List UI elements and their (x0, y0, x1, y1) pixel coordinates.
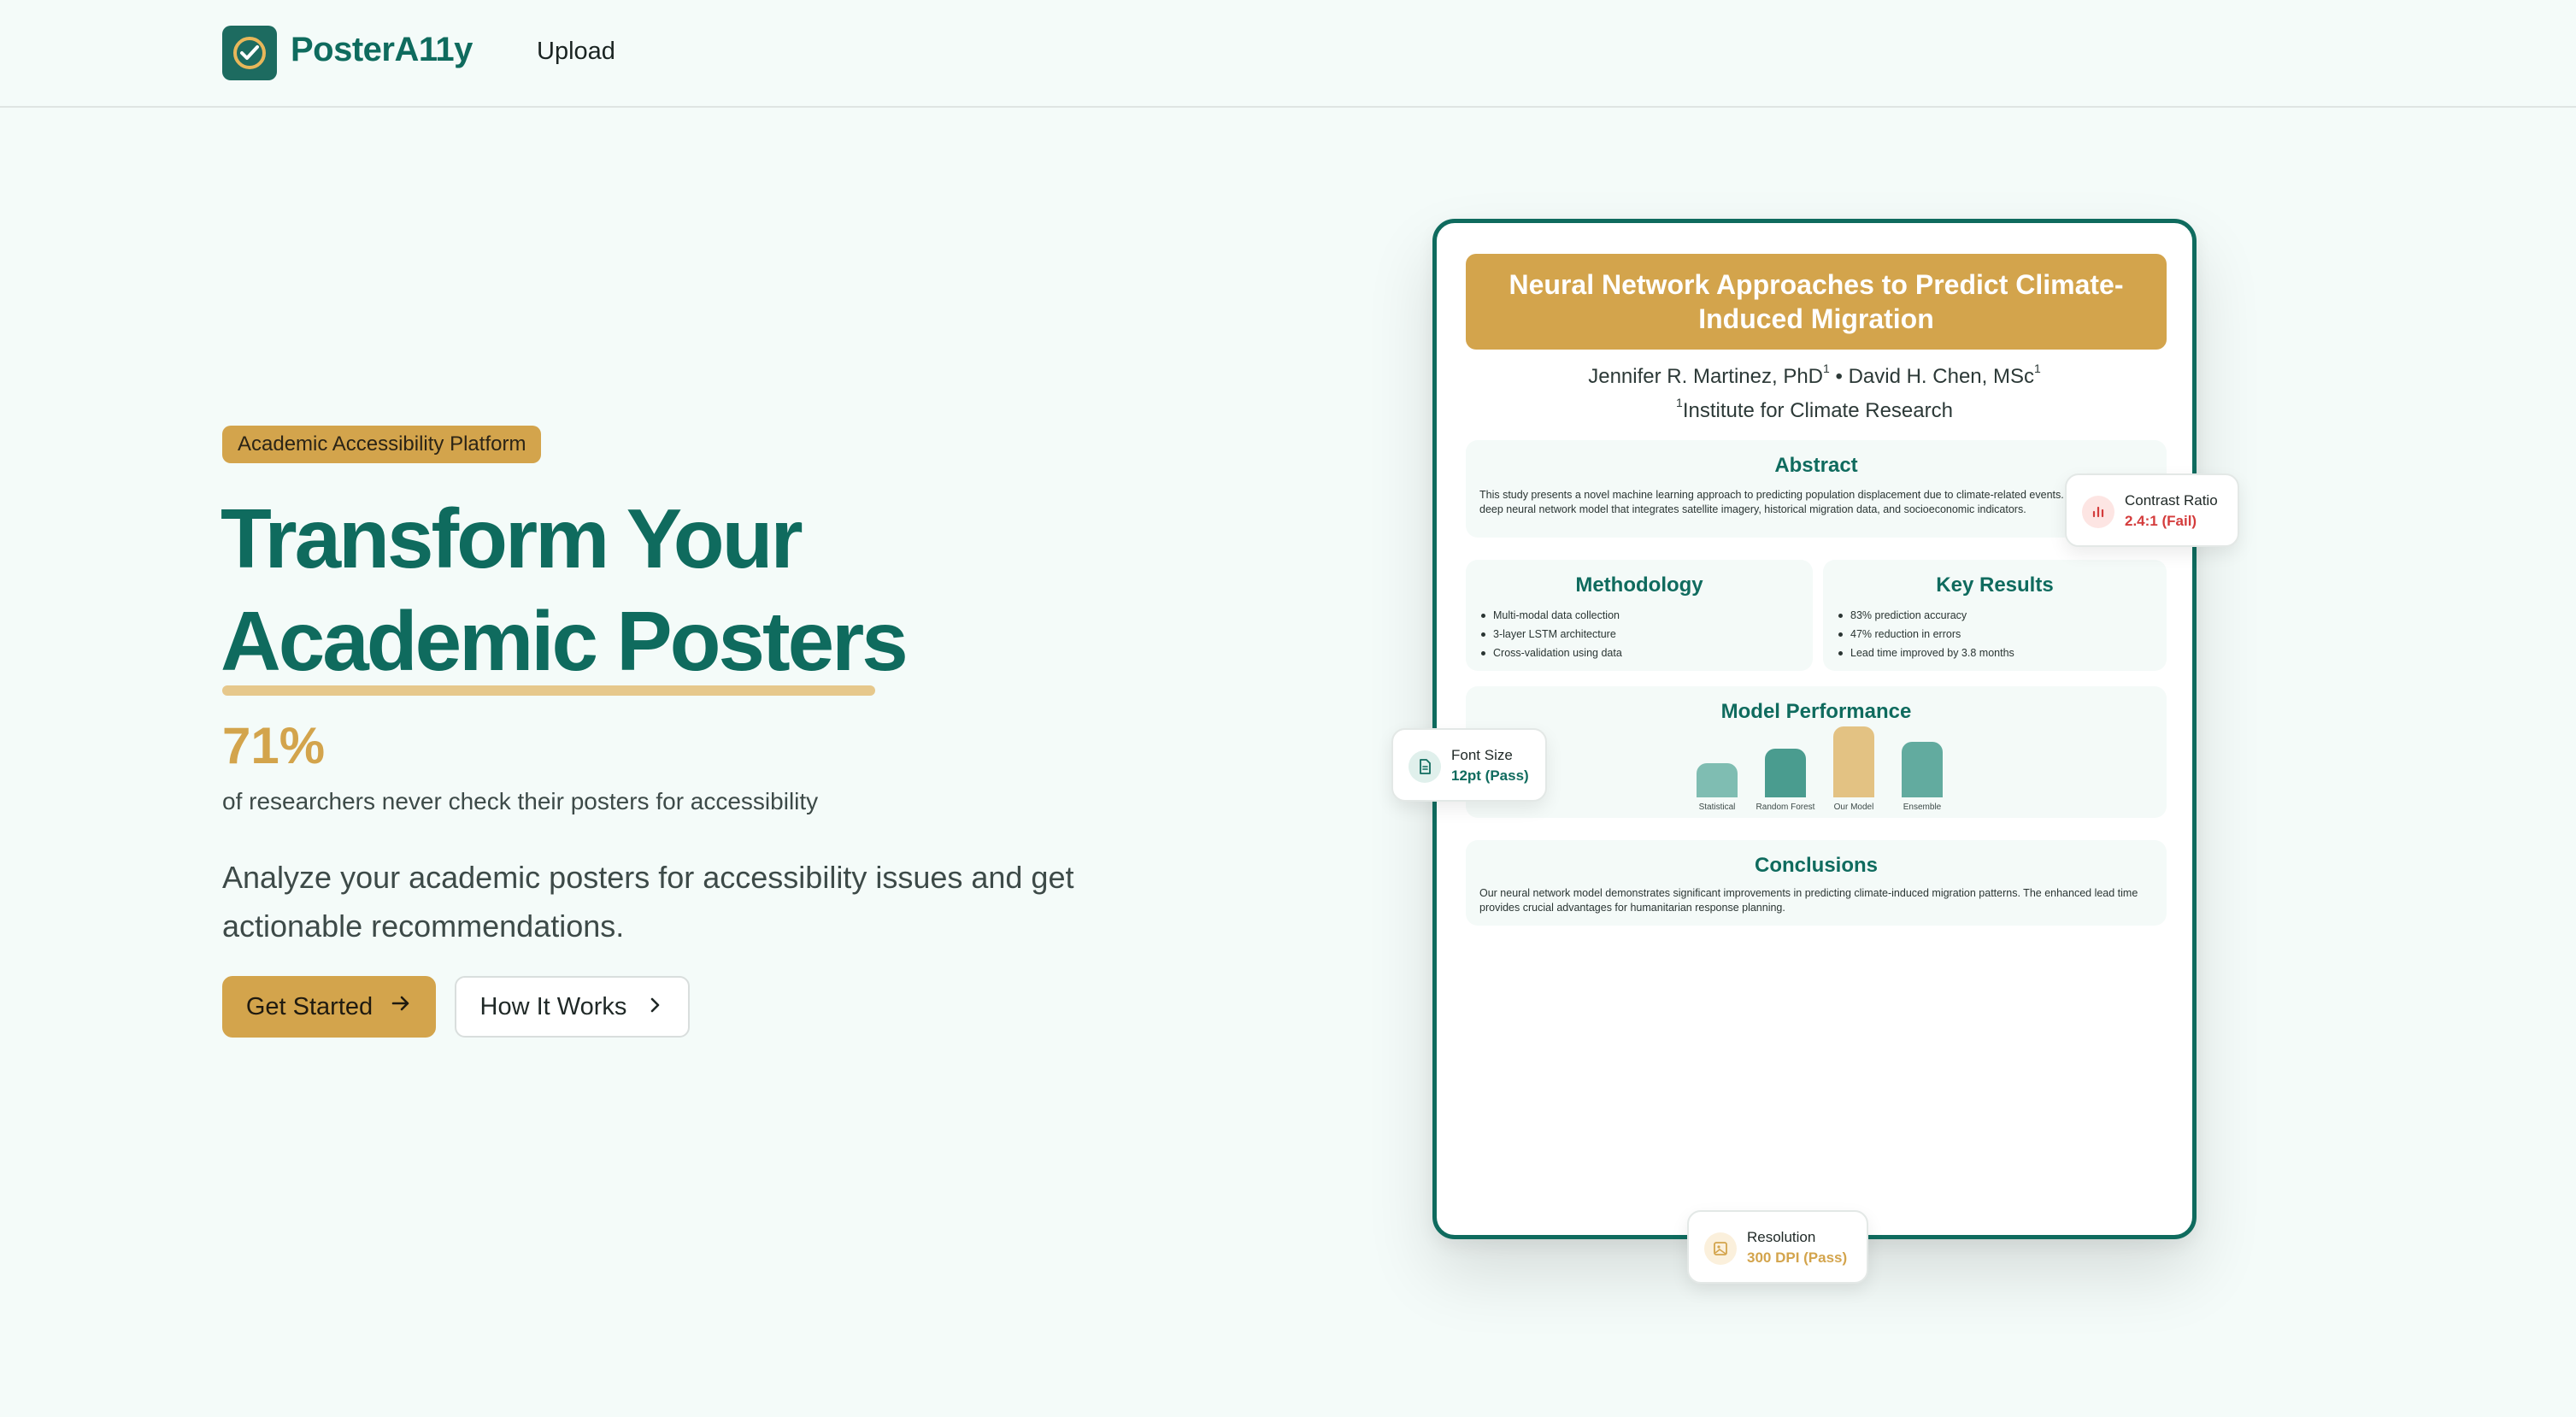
chart-bar (1833, 726, 1874, 797)
conclusions-panel: Conclusions Our neural network model dem… (1466, 840, 2167, 926)
title-underline (222, 685, 875, 696)
results-list: 83% prediction accuracy 47% reduction in… (1837, 606, 2014, 662)
institution-sup: 1 (1676, 396, 1683, 409)
poster-institution: 1Institute for Climate Research (1437, 396, 2192, 423)
hero-lead: Analyze your academic posters for access… (222, 860, 1074, 944)
logo-icon[interactable] (222, 26, 277, 80)
methodology-list: Multi-modal data collection 3-layer LSTM… (1479, 606, 1622, 662)
institution-name: Institute for Climate Research (1682, 399, 1953, 422)
chart-bar (1697, 762, 1738, 797)
bar-chart-icon (2082, 496, 2114, 528)
platform-badge: Academic Accessibility Platform (222, 426, 542, 463)
contrast-check-value: 2.4:1 (Fail) (2125, 513, 2197, 529)
arrow-right-icon (390, 992, 412, 1021)
resolution-check-value: 300 DPI (Pass) (1747, 1249, 1848, 1266)
font-size-check-value: 12pt (Pass) (1451, 767, 1529, 784)
results-panel: Key Results 83% prediction accuracy 47% … (1823, 560, 2167, 671)
hero-title: Transform Your Academic Posters (221, 487, 909, 692)
methodology-heading: Methodology (1575, 573, 1703, 597)
conclusions-body: Our neural network model demonstrates si… (1479, 887, 2138, 914)
resolution-check-card[interactable]: Resolution 300 DPI (Pass) (1687, 1210, 1868, 1284)
methodology-item: 3-layer LSTM architecture (1479, 625, 1622, 644)
abstract-heading: Abstract (1774, 454, 1858, 477)
stat-text: of researchers never check their posters… (222, 788, 819, 814)
results-item: 47% reduction in errors (1837, 625, 2014, 644)
conclusions-heading: Conclusions (1754, 854, 1878, 877)
poster-preview: Neural Network Approaches to Predict Cli… (1432, 219, 2197, 1239)
author-separator: • (1835, 365, 1843, 388)
performance-panel: Model Performance Statistical Random Fore… (1466, 686, 2167, 818)
abstract-panel: Abstract This study presents a novel mac… (1466, 440, 2167, 538)
get-started-button[interactable]: Get Started (222, 976, 436, 1038)
get-started-label: Get Started (245, 992, 373, 1020)
image-icon (1704, 1232, 1737, 1265)
how-it-works-button[interactable]: How It Works (455, 976, 690, 1038)
chart-bar (1902, 742, 1943, 797)
nav-upload-link[interactable]: Upload (537, 38, 615, 66)
results-heading: Key Results (1936, 573, 2054, 597)
methodology-item: Multi-modal data collection (1479, 606, 1622, 625)
font-size-check-card[interactable]: Font Size 12pt (Pass) (1391, 728, 1547, 802)
poster-authors: Jennifer R. Martinez, PhD1 • David H. Ch… (1437, 362, 2192, 389)
author-2: David H. Chen, MSc (1848, 365, 2034, 388)
chevron-right-icon (645, 993, 664, 1021)
methodology-item: Cross-validation using data (1479, 644, 1622, 662)
poster-title: Neural Network Approaches to Predict Cli… (1466, 254, 2167, 350)
author-2-sup: 1 (2033, 362, 2041, 375)
font-size-check-title: Font Size (1451, 747, 1513, 763)
results-item: Lead time improved by 3.8 months (1837, 644, 2014, 662)
methodology-panel: Methodology Multi-modal data collection … (1466, 560, 1813, 671)
hero-title-line1: Transform Your (221, 491, 803, 585)
chart-bar (1765, 749, 1806, 797)
resolution-check-title: Resolution (1747, 1229, 1816, 1245)
results-item: 83% prediction accuracy (1837, 606, 2014, 625)
hero-title-line2: Academic Posters (221, 594, 909, 688)
author-1: Jennifer R. Martinez, PhD (1588, 365, 1824, 388)
stat-value: 71% (222, 717, 326, 774)
how-it-works-label: How It Works (479, 992, 627, 1020)
brand-name[interactable]: PosterA11y (291, 31, 473, 69)
author-1-sup: 1 (1823, 362, 1830, 375)
document-icon (1409, 750, 1441, 783)
chart-bar-label: Ensemble (1903, 803, 1942, 812)
top-nav: PosterA11y Upload (0, 0, 2576, 108)
performance-bar-chart: Statistical Random Forest Our Model Ensembl… (1679, 712, 1961, 814)
abstract-body: This study presents a novel machine lear… (1479, 489, 2144, 515)
contrast-check-title: Contrast Ratio (2125, 492, 2218, 509)
contrast-check-card[interactable]: Contrast Ratio 2.4:1 (Fail) (2065, 473, 2239, 547)
